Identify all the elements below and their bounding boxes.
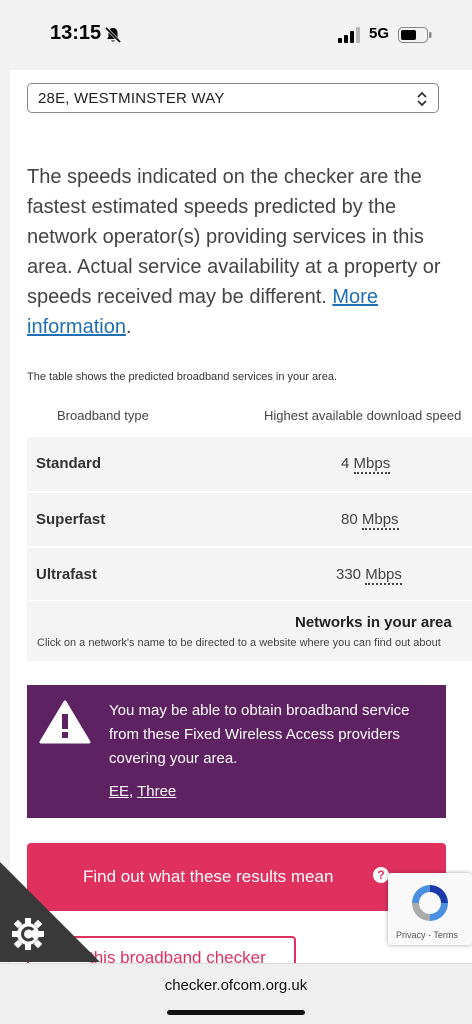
provider-links: EE, Three xyxy=(109,783,176,800)
fixed-wireless-notice: You may be able to obtain broadband serv… xyxy=(27,685,446,818)
table-row-ultrafast: Ultrafast 330 Mbps xyxy=(27,548,472,602)
address-select[interactable]: 28E, WESTMINSTER WAY xyxy=(27,83,439,113)
warning-icon xyxy=(39,700,91,744)
download-speed: 80 Mbps xyxy=(341,511,399,530)
table-caption: The table shows the predicted broadband … xyxy=(27,371,338,383)
fixed-wireless-message: You may be able to obtain broadband serv… xyxy=(109,702,410,767)
chevron-updown-icon xyxy=(417,91,427,107)
phone-screen: 13:15 5G 28E, WESTMINSTER WAY The speeds… xyxy=(0,0,472,1024)
status-time: 13:15 xyxy=(50,22,102,44)
download-speed: 4 Mbps xyxy=(341,455,391,474)
gear-icon xyxy=(12,918,44,950)
broadband-checker-label: this broadband checker xyxy=(89,948,266,963)
column-header-type: Broadband type xyxy=(57,408,149,423)
download-speed: 330 Mbps xyxy=(336,566,402,585)
web-page: 28E, WESTMINSTER WAY The speeds indicate… xyxy=(10,70,472,963)
speed-disclaimer: The speeds indicated on the checker are … xyxy=(27,162,447,342)
results-meaning-label: Find out what these results mean xyxy=(83,867,334,886)
broadband-type: Ultrafast xyxy=(36,566,97,583)
table-row-superfast: Superfast 80 Mbps xyxy=(27,493,472,547)
bell-muted-icon xyxy=(104,26,122,44)
recaptcha-badge[interactable]: Privacy - Terms xyxy=(388,873,472,945)
provider-link-three[interactable]: Three xyxy=(137,783,176,800)
provider-link-ee[interactable]: EE xyxy=(109,783,129,800)
address-select-value: 28E, WESTMINSTER WAY xyxy=(38,90,225,107)
recaptcha-icon xyxy=(412,885,448,921)
column-header-speed: Highest available download speed xyxy=(264,408,462,423)
speed-disclaimer-text: The speeds indicated on the checker are … xyxy=(27,166,441,308)
question-icon: ? xyxy=(373,867,389,883)
broadband-type: Superfast xyxy=(36,511,106,528)
networks-section: Networks in your area Click on a network… xyxy=(27,601,472,661)
browser-url: checker.ofcom.org.uk xyxy=(164,977,308,994)
home-indicator[interactable] xyxy=(167,1010,305,1015)
speed-value: 80 xyxy=(341,511,358,528)
battery-icon xyxy=(398,27,432,43)
speed-unit: Mbps xyxy=(353,455,391,474)
speed-unit: Mbps xyxy=(365,566,402,585)
signal-icon xyxy=(338,27,360,43)
status-bar: 13:15 5G xyxy=(0,0,472,70)
cookie-settings-button[interactable] xyxy=(0,862,100,962)
speed-disclaimer-suffix: . xyxy=(125,316,132,338)
networks-subtitle: Click on a network's name to be directed… xyxy=(37,637,441,649)
speed-unit: Mbps xyxy=(361,511,399,530)
networks-title: Networks in your area xyxy=(295,614,452,631)
speed-value: 4 xyxy=(341,455,350,472)
recaptcha-terms[interactable]: Privacy - Terms xyxy=(396,930,458,940)
broadband-type: Standard xyxy=(36,455,102,472)
provider-separator: , xyxy=(129,783,138,800)
network-type: 5G xyxy=(369,25,390,42)
speed-value: 330 xyxy=(336,566,362,583)
table-row-standard: Standard 4 Mbps xyxy=(27,437,472,491)
